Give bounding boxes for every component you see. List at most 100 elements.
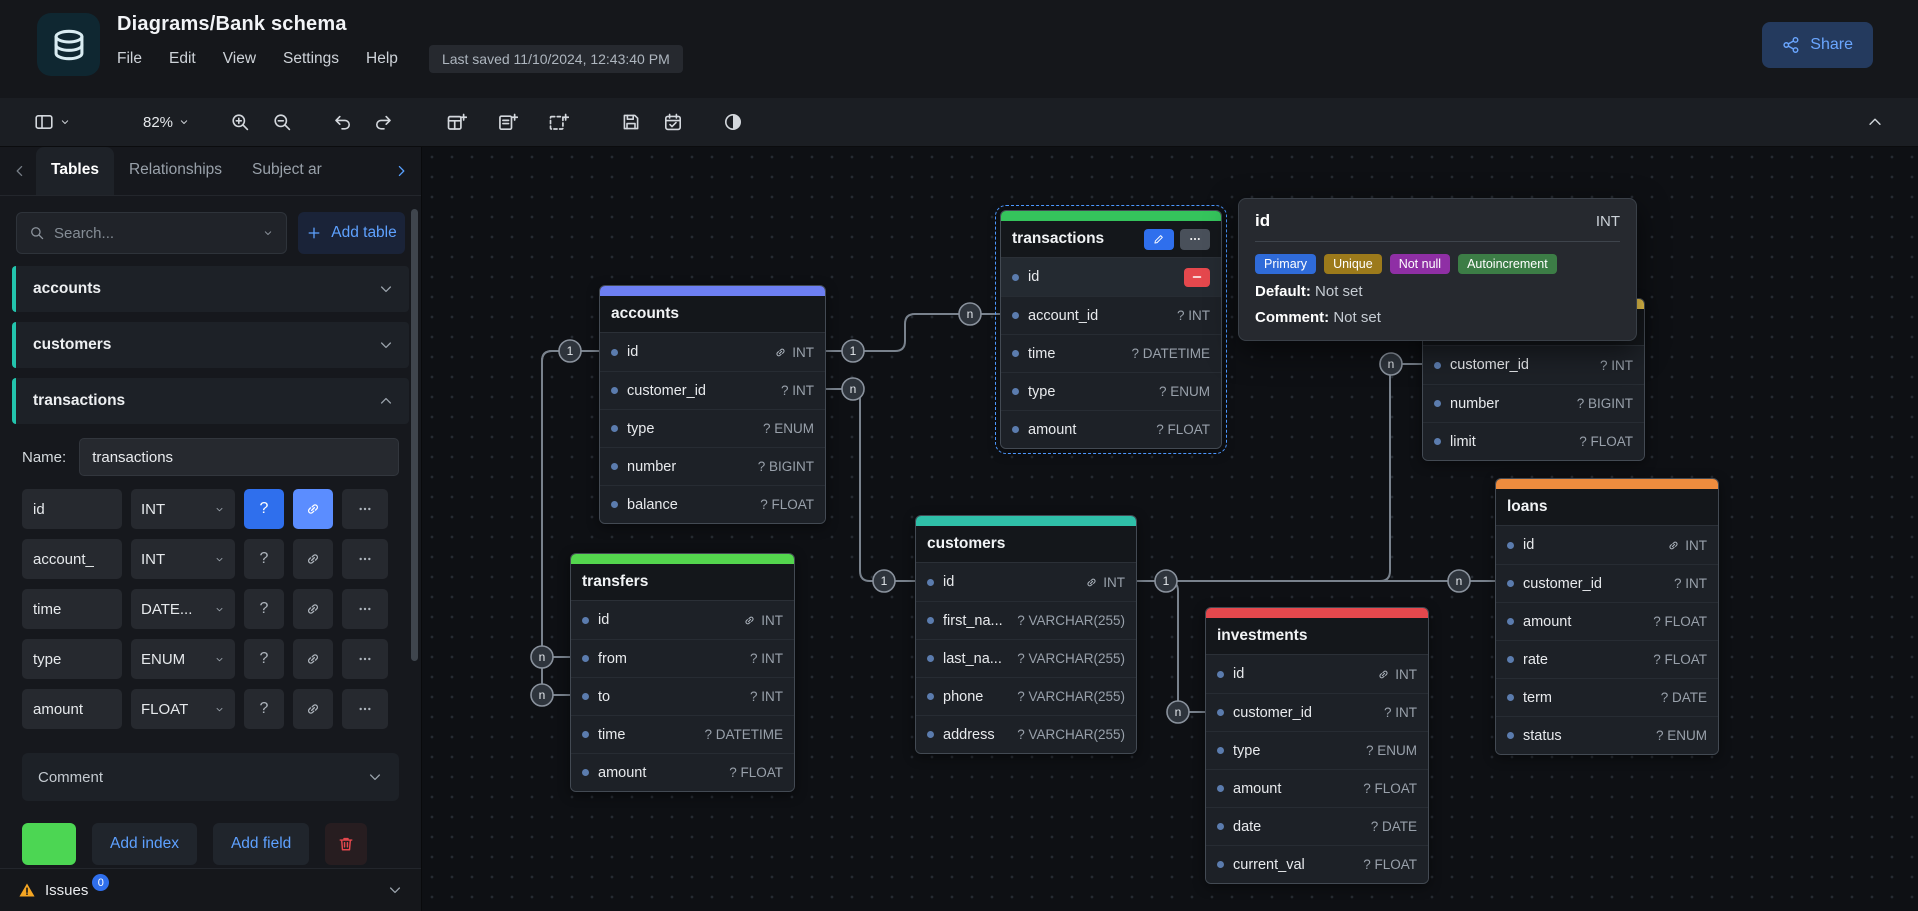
field-options-button[interactable] (342, 639, 388, 679)
field-name-input[interactable]: amount (22, 689, 122, 729)
table-field-date[interactable]: date? DATE (1206, 807, 1428, 845)
table-field-customer-id[interactable]: customer_id? INT (600, 371, 825, 409)
redo-button[interactable] (368, 107, 400, 137)
save-button[interactable] (615, 107, 647, 137)
table-field-amount[interactable]: amount? FLOAT (1206, 769, 1428, 807)
table-field-type[interactable]: type? ENUM (1206, 731, 1428, 769)
layout-panels-button[interactable] (28, 107, 77, 137)
comment-section[interactable]: Comment (22, 753, 399, 801)
issues-bar[interactable]: Issues 0 (0, 868, 421, 911)
delete-field-button[interactable] (1184, 268, 1210, 287)
sidebar-table-item-transactions[interactable]: transactions (12, 378, 409, 424)
table-field-to[interactable]: to? INT (571, 677, 794, 715)
search-input[interactable] (54, 225, 253, 242)
table-field-balance[interactable]: balance? FLOAT (600, 485, 825, 523)
table-field-current-val[interactable]: current_val? FLOAT (1206, 845, 1428, 883)
table-field-address[interactable]: address? VARCHAR(255) (916, 715, 1136, 753)
table-field-customer-id[interactable]: customer_id? INT (1423, 346, 1644, 384)
table-field-phone[interactable]: phone? VARCHAR(255) (916, 677, 1136, 715)
field-name-input[interactable]: account_ (22, 539, 122, 579)
table-field-amount[interactable]: amount? FLOAT (571, 753, 794, 791)
menu-view[interactable]: View (223, 50, 256, 68)
primary-key-toggle-button[interactable] (293, 689, 333, 729)
sidebar-scrollbar-thumb[interactable] (411, 209, 418, 661)
diagram-table-loans[interactable]: loansidINTcustomer_id? INTamount? FLOATr… (1495, 478, 1719, 755)
table-header[interactable]: loans (1496, 489, 1718, 526)
table-field-last-na[interactable]: last_na...? VARCHAR(255) (916, 639, 1136, 677)
diagram-table-accounts[interactable]: accountsidINTcustomer_id? INTtype? ENUMn… (599, 285, 826, 524)
search-combobox[interactable] (16, 212, 287, 254)
nullable-toggle-button[interactable]: ? (244, 589, 284, 629)
table-field-account-id[interactable]: account_id? INT (1001, 296, 1221, 334)
field-name-input[interactable]: type (22, 639, 122, 679)
zoom-level-button[interactable]: 82% (137, 109, 196, 136)
zoom-in-button[interactable] (224, 107, 256, 137)
table-field-from[interactable]: from? INT (571, 639, 794, 677)
table-color-swatch[interactable] (22, 823, 76, 865)
table-field-customer-id[interactable]: customer_id? INT (1206, 693, 1428, 731)
table-field-id[interactable]: idINT (600, 333, 825, 371)
add-field-button[interactable]: Add field (213, 823, 309, 865)
menu-settings[interactable]: Settings (283, 50, 339, 68)
table-name-input[interactable] (79, 438, 399, 476)
primary-key-toggle-button[interactable] (293, 539, 333, 579)
add-note-tool-button[interactable] (491, 107, 524, 138)
tabs-scroll-right-icon[interactable] (389, 163, 413, 179)
table-field-id[interactable]: id (1001, 258, 1221, 296)
table-field-id[interactable]: idINT (1496, 526, 1718, 564)
table-field-term[interactable]: term? DATE (1496, 678, 1718, 716)
field-type-select[interactable]: INT (131, 539, 235, 579)
table-field-limit[interactable]: limit? FLOAT (1423, 422, 1644, 460)
table-field-id[interactable]: idINT (1206, 655, 1428, 693)
diagram-canvas[interactable]: 1nn1nn11nnn accountsidINTcustomer_id? IN… (422, 147, 1918, 911)
table-header[interactable]: customers (916, 526, 1136, 563)
sidebar-tab-relationships[interactable]: Relationships (114, 147, 237, 195)
zoom-out-button[interactable] (266, 107, 298, 137)
table-header[interactable]: accounts (600, 296, 825, 333)
table-field-number[interactable]: number? BIGINT (600, 447, 825, 485)
add-table-tool-button[interactable] (440, 107, 473, 138)
todo-button[interactable] (657, 107, 689, 137)
tabs-scroll-left-icon[interactable] (8, 163, 32, 179)
nullable-toggle-button[interactable]: ? (244, 639, 284, 679)
collapse-header-button[interactable] (1860, 108, 1890, 136)
primary-key-toggle-button[interactable] (293, 489, 333, 529)
table-more-button[interactable] (1180, 229, 1210, 250)
menu-edit[interactable]: Edit (169, 50, 196, 68)
table-field-amount[interactable]: amount? FLOAT (1001, 410, 1221, 448)
field-type-select[interactable]: FLOAT (131, 689, 235, 729)
field-name-input[interactable]: time (22, 589, 122, 629)
table-header[interactable]: transactions (1001, 221, 1221, 258)
app-logo[interactable] (37, 13, 100, 76)
field-type-select[interactable]: ENUM (131, 639, 235, 679)
table-field-time[interactable]: time? DATETIME (571, 715, 794, 753)
table-field-rate[interactable]: rate? FLOAT (1496, 640, 1718, 678)
chevron-down-icon[interactable] (387, 882, 403, 898)
table-header[interactable]: transfers (571, 564, 794, 601)
nullable-toggle-button[interactable]: ? (244, 689, 284, 729)
add-area-tool-button[interactable] (542, 107, 575, 138)
diagram-table-transfers[interactable]: transfersidINTfrom? INTto? INTtime? DATE… (570, 553, 795, 792)
sidebar-tab-tables[interactable]: Tables (36, 147, 114, 195)
field-options-button[interactable] (342, 489, 388, 529)
undo-button[interactable] (326, 107, 358, 137)
field-type-select[interactable]: DATE... (131, 589, 235, 629)
diagram-table-transactions[interactable]: transactionsidaccount_id? INTtime? DATET… (1000, 210, 1222, 449)
edit-table-button[interactable] (1144, 229, 1174, 250)
share-button[interactable]: Share (1762, 22, 1873, 68)
diagram-table-customers[interactable]: customersidINTfirst_na...? VARCHAR(255)l… (915, 515, 1137, 754)
field-name-input[interactable]: id (22, 489, 122, 529)
table-header[interactable]: investments (1206, 618, 1428, 655)
nullable-toggle-button[interactable]: ? (244, 489, 284, 529)
primary-key-toggle-button[interactable] (293, 639, 333, 679)
chevron-up-icon[interactable] (378, 393, 394, 409)
theme-toggle-button[interactable] (717, 107, 749, 137)
table-field-id[interactable]: idINT (916, 563, 1136, 601)
add-index-button[interactable]: Add index (92, 823, 197, 865)
sidebar-table-item-customers[interactable]: customers (12, 322, 409, 368)
table-field-number[interactable]: number? BIGINT (1423, 384, 1644, 422)
table-field-time[interactable]: time? DATETIME (1001, 334, 1221, 372)
diagram-table-investments[interactable]: investmentsidINTcustomer_id? INTtype? EN… (1205, 607, 1429, 884)
field-options-button[interactable] (342, 689, 388, 729)
field-options-button[interactable] (342, 589, 388, 629)
